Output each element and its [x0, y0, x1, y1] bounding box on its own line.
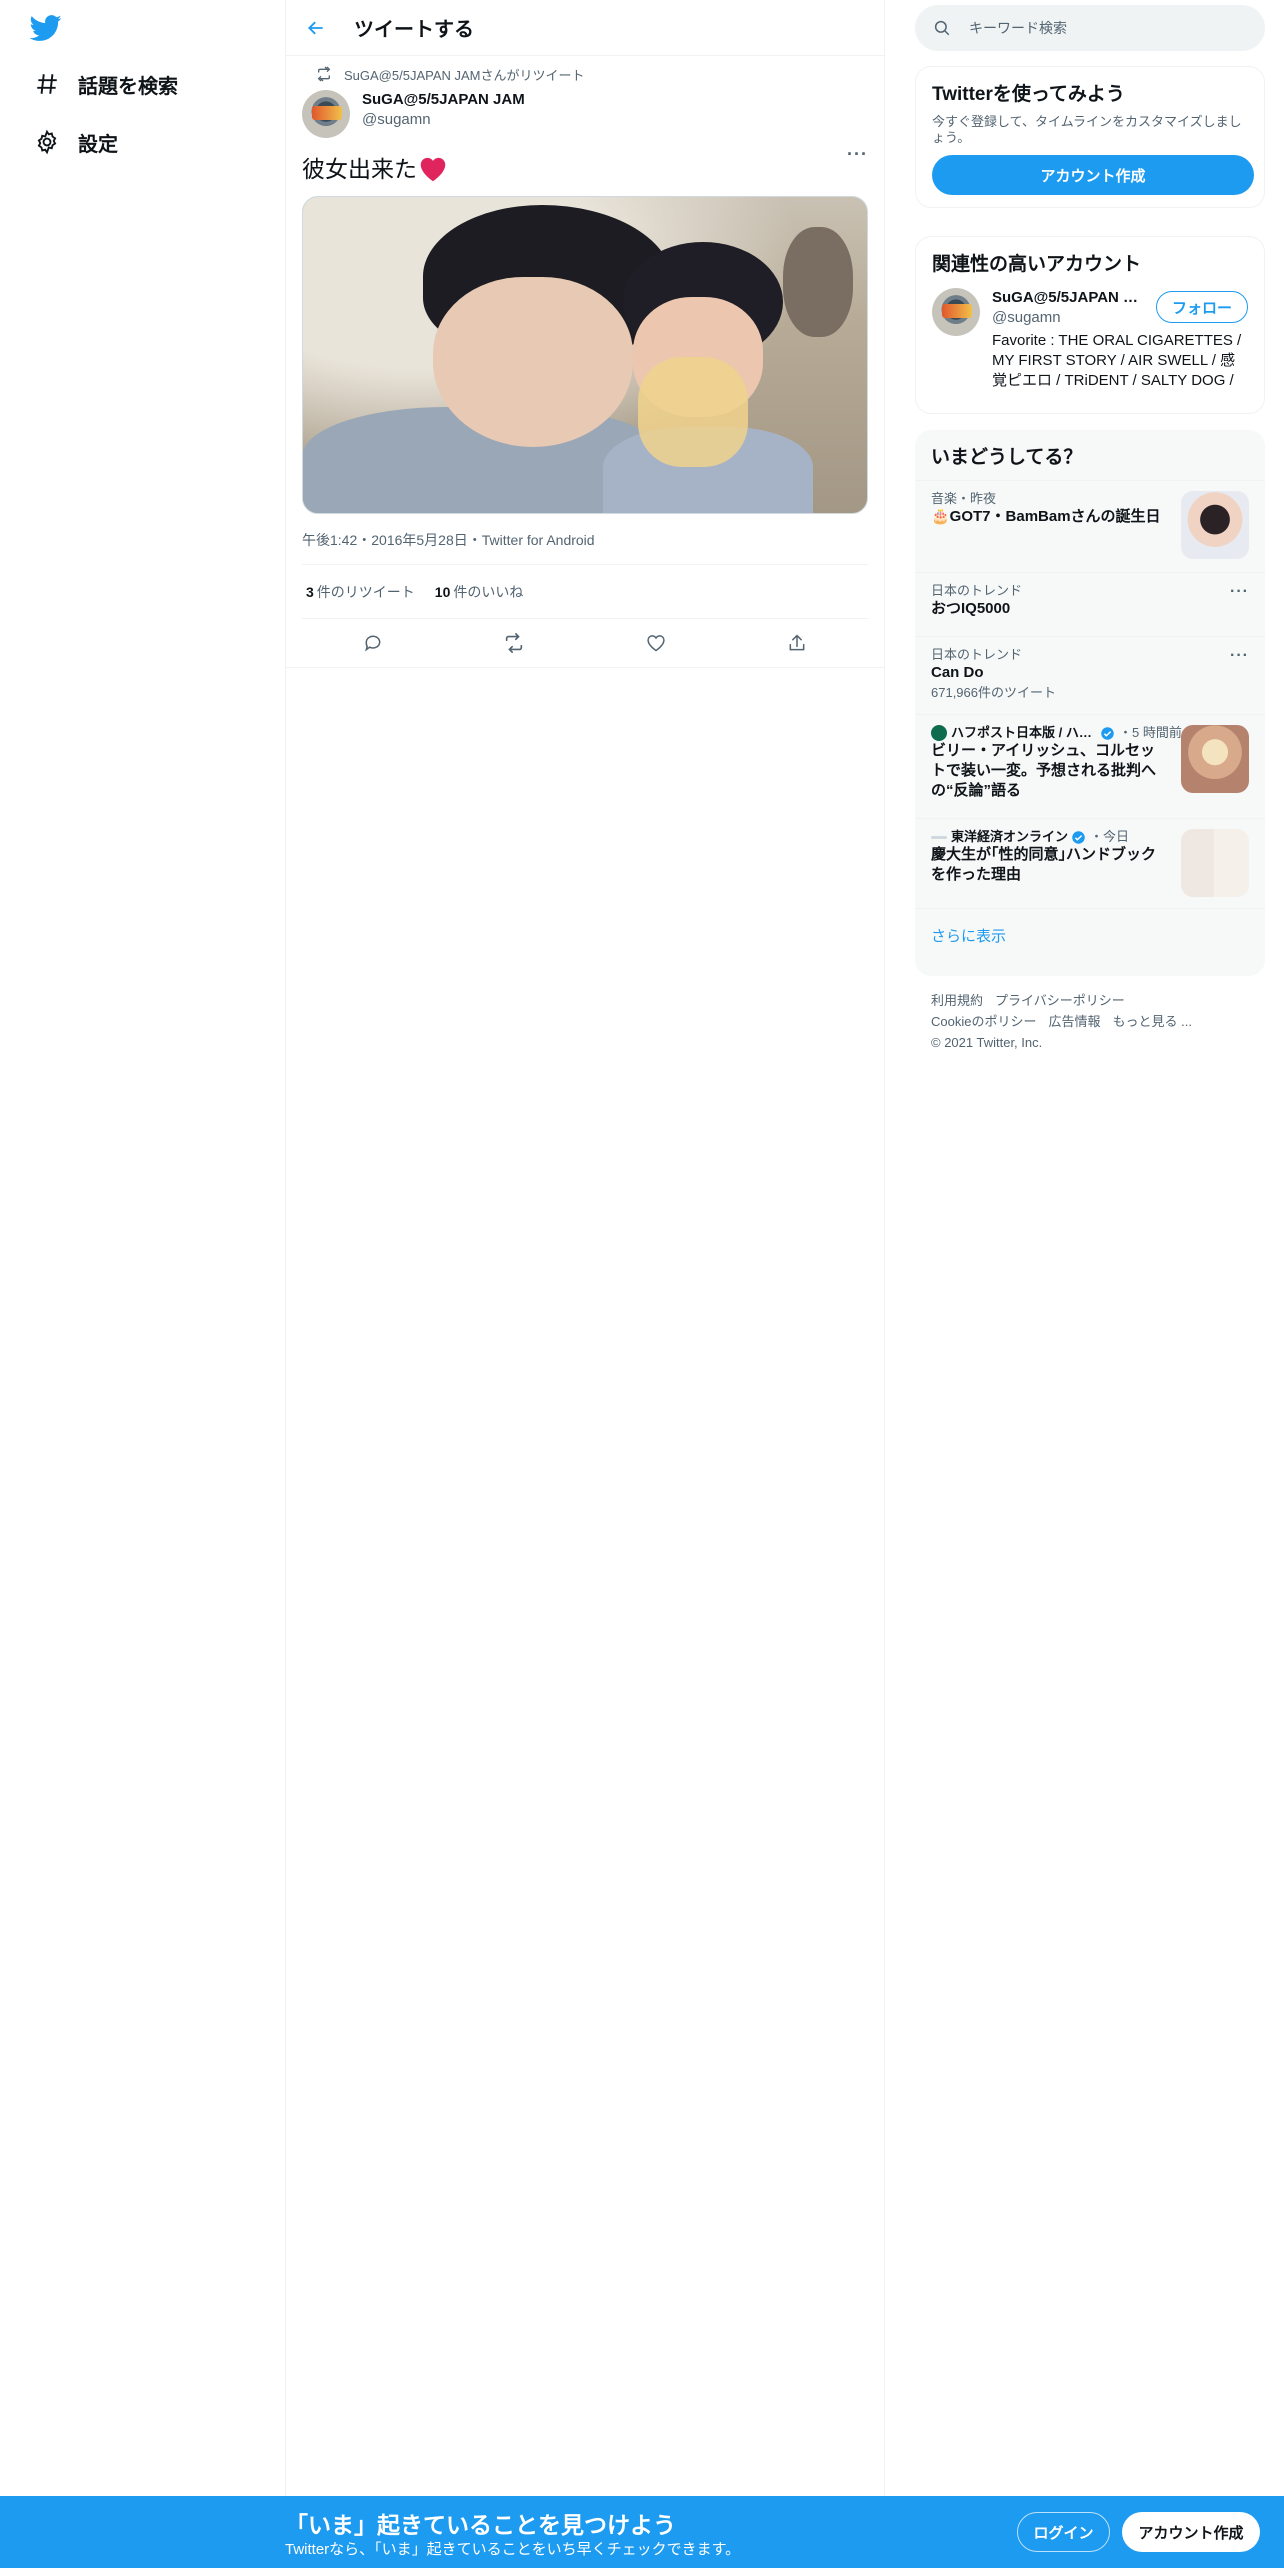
- related-account[interactable]: SuGA@5/5JAPAN JAM @sugamn Favorite : THE…: [916, 276, 1264, 403]
- tweet-timestamp[interactable]: 午後1:42・2016年5月28日・Twitter for Android: [302, 530, 868, 565]
- related-accounts-card: 関連性の高いアカウント SuGA@5/5JAPAN JAM @sugamn Fa…: [915, 236, 1265, 414]
- tweet[interactable]: SuGA@5/5JAPAN JAMさんがリツイート SuGA@5/5JAPAN …: [286, 56, 884, 668]
- trend-thumbnail: [1181, 491, 1249, 559]
- verified-badge-icon: [1072, 830, 1085, 844]
- trends-title: いまどうしてる？: [931, 447, 1083, 468]
- trend-name: おつIQ5000: [931, 600, 1011, 617]
- news-time: ・5 時間前: [1119, 725, 1182, 740]
- more-options-icon[interactable]: ···: [1230, 647, 1249, 665]
- reply-button[interactable]: [355, 625, 391, 661]
- news-headline: 慶大生が｢性的同意｣ハンドブックを作った理由: [931, 846, 1157, 883]
- avatar[interactable]: [932, 288, 980, 336]
- avatar[interactable]: [302, 90, 350, 138]
- huffpost-logo-icon: [931, 725, 947, 741]
- trend-item[interactable]: 日本のトレンド おつIQ5000 ···: [915, 572, 1265, 636]
- news-thumbnail: [1181, 725, 1249, 793]
- news-thumbnail: [1181, 829, 1249, 897]
- nav-item-explore[interactable]: 話題を検索: [30, 64, 178, 104]
- follow-button[interactable]: フォロー: [1156, 291, 1248, 323]
- footer-link[interactable]: プライバシーポリシー: [995, 993, 1125, 1008]
- tweet-author: SuGA@5/5JAPAN JAM @sugamn: [302, 90, 868, 142]
- likes-stat[interactable]: 10 件のいいね: [435, 582, 524, 602]
- author-name[interactable]: SuGA@5/5JAPAN JAM: [362, 90, 525, 110]
- back-button[interactable]: [298, 10, 334, 46]
- retweet-button[interactable]: [496, 625, 532, 661]
- news-source-name: 東洋経済オンライン: [951, 829, 1069, 844]
- signup-button[interactable]: アカウント作成: [1122, 2512, 1260, 2552]
- nav-item-label: 設定: [78, 133, 118, 156]
- trend-tweet-count: 671,966件のツイート: [931, 685, 1056, 700]
- heart-icon: [647, 635, 665, 652]
- share-icon: [789, 634, 805, 651]
- search-icon: [934, 20, 950, 36]
- trend-name: 🎂GOT7・BamBamさんの誕生日: [931, 508, 1161, 525]
- news-source-name: ハフポスト日本版 / ハフィントンポスト: [951, 725, 1097, 740]
- more-options-button[interactable]: ···: [847, 144, 868, 165]
- retweet-context: SuGA@5/5JAPAN JAMさんがリツイート: [302, 56, 868, 84]
- nav-item-settings[interactable]: 設定: [30, 122, 118, 162]
- related-title: 関連性の高いアカウント: [932, 254, 1142, 275]
- gear-icon: [30, 125, 64, 159]
- page: 話題を検索 設定 ツイートする SuGA@5/5JAPAN JAMさんがリツイー…: [0, 0, 1284, 2568]
- copyright: © 2021 Twitter, Inc.: [931, 1035, 1043, 1050]
- signup-title: Twitterを使ってみよう: [932, 84, 1125, 105]
- show-more-link[interactable]: さらに表示: [915, 908, 1265, 962]
- left-nav: 話題を検索 設定: [0, 0, 285, 2568]
- trends-card: いまどうしてる？ 音楽・昨夜 🎂GOT7・BamBamさんの誕生日 日本のトレン…: [915, 430, 1265, 976]
- tweet-actions: [302, 619, 868, 667]
- retweet-icon: [506, 633, 523, 653]
- related-account-name[interactable]: SuGA@5/5JAPAN JAM: [992, 288, 1142, 308]
- footer-link[interactable]: 広告情報: [1048, 1014, 1100, 1029]
- create-account-button[interactable]: アカウント作成: [932, 155, 1254, 195]
- page-title: ツイートする: [354, 19, 474, 41]
- tweet-text-body: 彼女出来た: [302, 156, 417, 182]
- retweets-count: 3: [306, 583, 314, 600]
- trend-context: 日本のトレンド: [931, 647, 1023, 662]
- news-headline: ビリー・アイリッシュ、コルセットで装い一変。予想される批判への“反論”語る: [931, 742, 1157, 799]
- trend-item[interactable]: 日本のトレンド Can Do 671,966件のツイート ···: [915, 636, 1265, 714]
- retweet-context-text[interactable]: SuGA@5/5JAPAN JAMさんがリツイート: [344, 65, 585, 84]
- search-box[interactable]: [915, 5, 1265, 51]
- author-handle[interactable]: @sugamn: [362, 110, 525, 130]
- red-heart-emoji-icon: [419, 156, 447, 182]
- footer-link[interactable]: Cookieのポリシー: [931, 1014, 1036, 1029]
- tweet-stats: 3 件のリツイート 10 件のいいね: [302, 565, 868, 619]
- bottom-bar-subtitle: Twitterなら、「いま」起きていることをいち早くチェックできます。: [285, 2541, 741, 2558]
- trend-item[interactable]: 音楽・昨夜 🎂GOT7・BamBamさんの誕生日: [915, 480, 1265, 572]
- footer-links: 利用規約 プライバシーポリシー Cookieのポリシー 広告情報 もっと見る ... …: [931, 990, 1261, 1053]
- likes-count: 10: [434, 583, 451, 600]
- more-options-icon[interactable]: ···: [1230, 583, 1249, 601]
- signup-card: Twitterを使ってみよう 今すぐ登録して、タイムラインをカスタマイズしましょ…: [915, 66, 1265, 208]
- search-input[interactable]: [969, 20, 1249, 36]
- retweets-stat[interactable]: 3 件のリツイート: [306, 582, 415, 602]
- main-header: ツイートする: [286, 0, 884, 56]
- footer-link[interactable]: もっと見る ...: [1112, 1014, 1191, 1029]
- footer-link[interactable]: 利用規約: [931, 993, 983, 1008]
- twitter-logo-icon[interactable]: [28, 12, 64, 44]
- news-time: ・今日: [1090, 829, 1130, 844]
- signup-description: 今すぐ登録して、タイムラインをカスタマイズしましょう。: [932, 114, 1242, 145]
- back-arrow-icon: [308, 21, 323, 34]
- retweet-icon: [317, 66, 331, 82]
- trend-context: 日本のトレンド: [931, 583, 1023, 598]
- related-account-bio: Favorite : THE ORAL CIGARETTES / MY FIRS…: [992, 332, 1242, 389]
- likes-label: 件のいいね: [453, 583, 524, 600]
- trend-name: Can Do: [931, 664, 984, 681]
- news-item[interactable]: 東洋経済オンライン ・今日 慶大生が｢性的同意｣ハンドブックを作った理由: [915, 818, 1265, 908]
- reply-icon: [364, 635, 381, 652]
- toyokeizai-logo-icon: [931, 835, 947, 839]
- tweet-photo[interactable]: [302, 196, 868, 514]
- main-column: ツイートする SuGA@5/5JAPAN JAMさんがリツイート SuGA@5/…: [285, 0, 885, 2568]
- tweet-text: 彼女出来た: [302, 152, 868, 186]
- retweets-label: 件のリツイート: [316, 583, 415, 600]
- login-button[interactable]: ログイン: [1017, 2512, 1110, 2552]
- news-item[interactable]: ハフポスト日本版 / ハフィントンポスト ・5 時間前 ビリー・アイリッシュ、コ…: [915, 714, 1265, 818]
- verified-badge-icon: [1101, 726, 1114, 740]
- bottom-bar-title: 「いま」起きていることを見つけよう: [285, 2512, 676, 2538]
- bottom-signup-bar: 「いま」起きていることを見つけよう Twitterなら、「いま」起きていることを…: [0, 2496, 1284, 2568]
- share-button[interactable]: [779, 625, 815, 661]
- nav-item-label: 話題を検索: [78, 75, 178, 98]
- like-button[interactable]: [638, 625, 674, 661]
- hashtag-icon: [30, 67, 64, 101]
